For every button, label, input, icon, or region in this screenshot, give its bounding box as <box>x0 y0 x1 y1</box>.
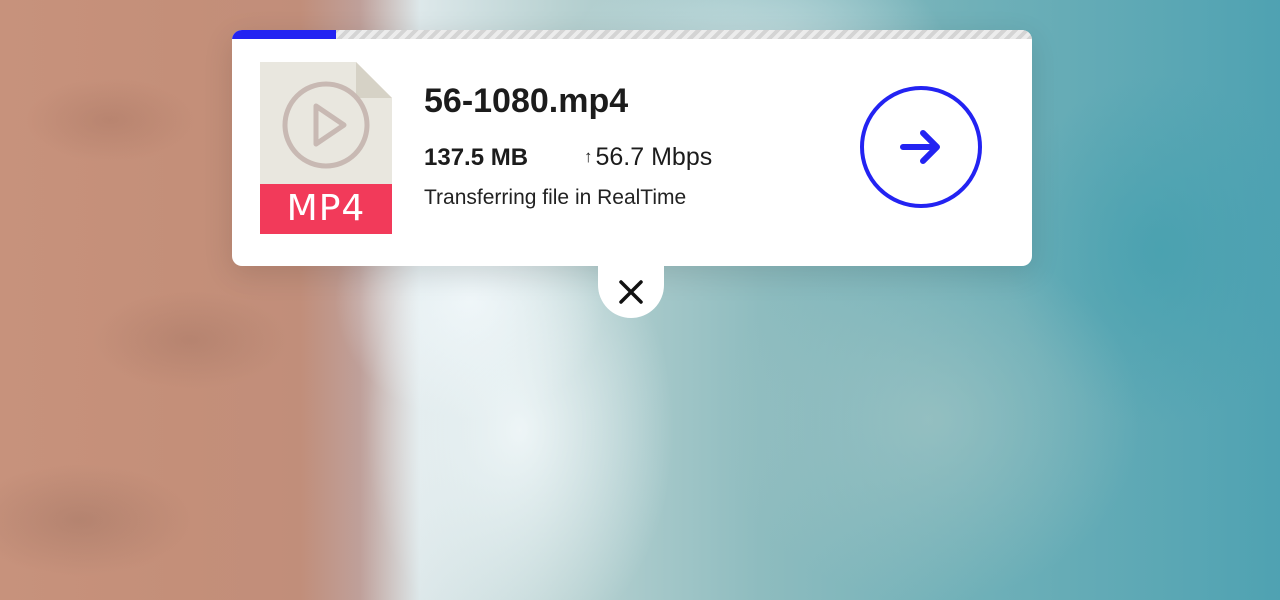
transfer-speed: ↑ 56.7 Mbps <box>584 143 712 172</box>
progress-fill <box>232 30 336 39</box>
transfer-card: MP4 56-1080.mp4 137.5 MB ↑ 56.7 Mbps Tran… <box>232 30 1032 266</box>
upload-arrow-icon: ↑ <box>584 147 593 166</box>
close-icon <box>619 280 643 304</box>
status-text: Transferring file in RealTime <box>424 186 687 209</box>
file-size: 137.5 MB <box>424 144 529 171</box>
file-type-label: MP4 <box>286 188 366 229</box>
video-file-icon: MP4 <box>260 62 392 234</box>
transfer-speed-value: 56.7 Mbps <box>595 143 713 171</box>
progress-bar <box>232 30 1032 39</box>
open-file-button[interactable] <box>860 86 982 208</box>
file-name: 56-1080.mp4 <box>424 82 629 120</box>
arrow-right-icon <box>900 130 940 164</box>
